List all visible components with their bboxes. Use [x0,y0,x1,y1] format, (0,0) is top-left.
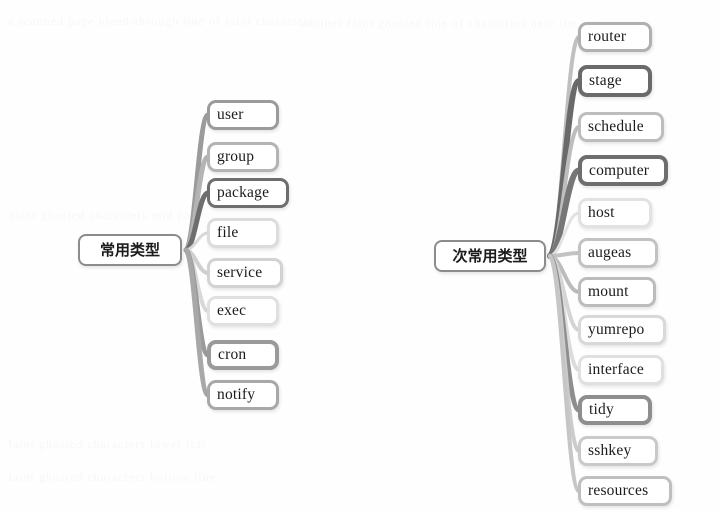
edge-less-common-types-computer [547,167,582,259]
ghost-text: faint ghosted characters mid page [10,208,205,222]
ghost-text: faint ghosted characters lower left [8,437,207,451]
node-computer[interactable]: computer [578,155,668,186]
edge-common-types-user [183,112,211,253]
root-node-common-types[interactable]: 常用类型 [78,234,182,266]
edge-less-common-types-mount [548,254,581,294]
edge-common-types-exec [184,248,210,313]
node-notify[interactable]: notify [207,380,279,410]
node-host[interactable]: host [578,198,652,228]
edge-less-common-types-host [548,211,581,258]
node-exec[interactable]: exec [207,296,279,326]
ghost-text: faint ghosted characters bottom line [8,470,216,484]
node-resources[interactable]: resources [578,476,672,506]
root-node-less-common-types[interactable]: 次常用类型 [434,240,546,272]
node-stage[interactable]: stage [578,65,652,97]
edge-less-common-types-sshkey [548,254,581,453]
edge-less-common-types-tidy [547,253,582,413]
edge-common-types-group [183,154,211,253]
edge-less-common-types-schedule [548,125,581,258]
node-file[interactable]: file [207,218,279,248]
edge-less-common-types-resources [548,254,581,493]
node-package[interactable]: package [207,178,289,208]
node-mount[interactable]: mount [578,277,656,307]
node-cron[interactable]: cron [207,340,279,370]
ghost-text: a scanned page bleed-through line of fai… [8,14,315,28]
edge-less-common-types-interface [548,254,581,372]
node-group[interactable]: group [207,142,279,172]
edge-less-common-types-stage [547,78,582,259]
edge-less-common-types-augeas [548,251,581,258]
node-service[interactable]: service [207,258,283,288]
node-tidy[interactable]: tidy [578,395,652,425]
ghost-text: another faint ghosted line of characters… [300,16,600,30]
node-augeas[interactable]: augeas [578,238,658,268]
edge-common-types-service [184,248,210,275]
edge-less-common-types-yumrepo [548,254,581,332]
node-sshkey[interactable]: sshkey [578,436,658,466]
node-schedule[interactable]: schedule [578,112,664,142]
edge-common-types-file [184,231,210,252]
edge-common-types-cron [183,247,211,358]
node-user[interactable]: user [207,100,279,130]
diagram-canvas: a scanned page bleed-through line of fai… [0,0,720,511]
node-router[interactable]: router [578,22,652,52]
edge-common-types-notify [183,247,211,398]
node-yumrepo[interactable]: yumrepo [578,315,666,345]
node-interface[interactable]: interface [578,355,664,385]
edge-less-common-types-router [548,35,581,258]
